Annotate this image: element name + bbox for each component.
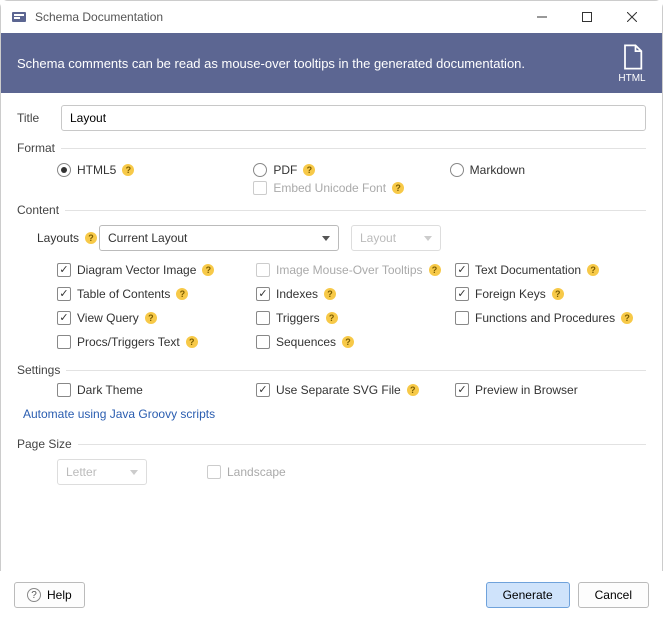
help-icon[interactable]: ? [407,384,419,396]
layouts-label: Layouts [37,231,79,245]
help-icon[interactable]: ? [324,288,336,300]
check-fks[interactable] [455,287,469,301]
help-icon[interactable]: ? [621,312,633,324]
check-view-query[interactable] [57,311,71,325]
help-icon[interactable]: ? [85,232,97,244]
help-icon[interactable]: ? [145,312,157,324]
check-embed-font [253,181,267,195]
content-checkbox-grid: Diagram Vector Image? Image Mouse-Over T… [57,263,646,349]
format-options: HTML5 ? PDF ? Markdown [57,163,646,177]
help-icon[interactable]: ? [303,164,315,176]
footer: ? Help Generate Cancel [0,571,663,619]
page-size-dropdown: Letter [57,459,147,485]
help-icon[interactable]: ? [202,264,214,276]
chevron-down-icon [322,236,330,241]
format-section-header: Format [17,141,646,155]
generate-button[interactable]: Generate [486,582,570,608]
banner-text: Schema comments can be read as mouse-ove… [17,56,618,71]
minimize-button[interactable] [519,2,564,32]
layouts-row: Layouts ? Current Layout Layout [37,225,646,251]
radio-pdf[interactable] [253,163,267,177]
help-icon[interactable]: ? [326,312,338,324]
check-indexes[interactable] [256,287,270,301]
page-size-section-header: Page Size [17,437,646,451]
help-icon[interactable]: ? [552,288,564,300]
check-toc[interactable] [57,287,71,301]
check-landscape [207,465,221,479]
title-label: Title [17,111,61,125]
help-icon[interactable]: ? [186,336,198,348]
check-sequences[interactable] [256,335,270,349]
help-icon[interactable]: ? [429,264,441,276]
chevron-down-icon [130,470,138,475]
settings-section-header: Settings [17,363,646,377]
content-area: Title Format HTML5 ? PDF ? Markdown Embe… [1,93,662,497]
window-controls [519,2,654,32]
help-icon[interactable]: ? [176,288,188,300]
banner: Schema comments can be read as mouse-ove… [1,33,662,93]
help-icon: ? [27,588,41,602]
banner-icon-label: HTML [618,73,645,84]
app-icon [11,9,27,25]
check-preview[interactable] [455,383,469,397]
check-dark-theme[interactable] [57,383,71,397]
content-section-header: Content [17,203,646,217]
format-subrow: Embed Unicode Font ? [57,181,646,195]
title-row: Title [17,105,646,131]
chevron-down-icon [424,236,432,241]
automate-link[interactable]: Automate using Java Groovy scripts [23,407,215,421]
titlebar: Schema Documentation [1,1,662,33]
help-icon[interactable]: ? [587,264,599,276]
radio-markdown[interactable] [450,163,464,177]
radio-html5-label: HTML5 [77,163,116,177]
check-text-doc[interactable] [455,263,469,277]
close-button[interactable] [609,2,654,32]
help-icon[interactable]: ? [392,182,404,194]
check-diagram-vector[interactable] [57,263,71,277]
help-button[interactable]: ? Help [14,582,85,608]
check-funcs[interactable] [455,311,469,325]
check-embed-font-label: Embed Unicode Font [273,181,386,195]
help-icon[interactable]: ? [122,164,134,176]
page-size-row: Letter Landscape [57,459,646,485]
cancel-button[interactable]: Cancel [578,582,649,608]
html-icon: HTML [618,43,646,84]
layouts-secondary-dropdown: Layout [351,225,441,251]
layouts-dropdown[interactable]: Current Layout [99,225,339,251]
title-input[interactable] [61,105,646,131]
radio-html5[interactable] [57,163,71,177]
help-icon[interactable]: ? [342,336,354,348]
maximize-button[interactable] [564,2,609,32]
check-procs-triggers-text[interactable] [57,335,71,349]
check-separate-svg[interactable] [256,383,270,397]
check-triggers[interactable] [256,311,270,325]
radio-markdown-label: Markdown [470,163,525,177]
window-title: Schema Documentation [35,10,519,24]
check-image-tooltips [256,263,270,277]
radio-pdf-label: PDF [273,163,297,177]
settings-grid: Dark Theme Use Separate SVG File? Previe… [57,383,646,397]
